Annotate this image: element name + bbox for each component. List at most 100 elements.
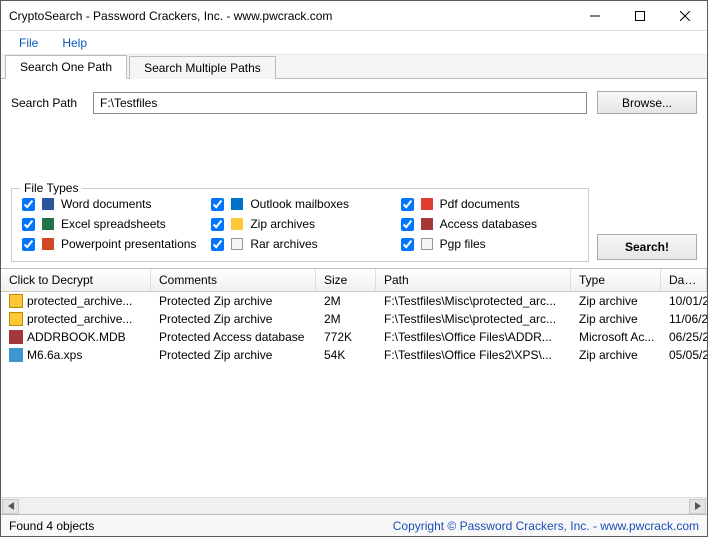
filetype-item: Access databases xyxy=(401,217,578,231)
tab-search-multiple-paths[interactable]: Search Multiple Paths xyxy=(129,56,276,79)
cell-comment: Protected Zip archive xyxy=(151,312,316,326)
col-type[interactable]: Type xyxy=(571,269,661,291)
filetype-item: Word documents xyxy=(22,197,199,211)
filetype-label: Pgp files xyxy=(440,237,486,251)
filetype-icon xyxy=(41,197,55,211)
tab-search-one-path[interactable]: Search One Path xyxy=(5,55,127,79)
cell-name: protected_archive... xyxy=(1,312,151,326)
filetype-item: Pdf documents xyxy=(401,197,578,211)
filetype-icon xyxy=(230,197,244,211)
table-row[interactable]: ADDRBOOK.MDBProtected Access database772… xyxy=(1,328,707,346)
filetype-label: Excel spreadsheets xyxy=(61,217,166,231)
status-left: Found 4 objects xyxy=(9,519,94,533)
filetype-icon xyxy=(420,237,434,251)
filetype-checkbox[interactable] xyxy=(22,198,35,211)
cell-name: M6.6a.xps xyxy=(1,348,151,362)
filetype-label: Outlook mailboxes xyxy=(250,197,349,211)
window-controls xyxy=(572,1,707,30)
cell-path: F:\Testfiles\Office Files\ADDR... xyxy=(376,330,571,344)
results-body: protected_archive...Protected Zip archiv… xyxy=(1,292,707,497)
minimize-button[interactable] xyxy=(572,1,617,30)
filetype-checkbox[interactable] xyxy=(211,238,224,251)
filetype-icon xyxy=(420,217,434,231)
col-datetime[interactable]: DateTime xyxy=(661,269,707,291)
cell-comment: Protected Zip archive xyxy=(151,294,316,308)
menu-help[interactable]: Help xyxy=(52,33,97,53)
cell-comment: Protected Access database xyxy=(151,330,316,344)
spacer xyxy=(1,120,707,180)
filetype-label: Word documents xyxy=(61,197,152,211)
titlebar: CryptoSearch - Password Crackers, Inc. -… xyxy=(1,1,707,31)
cell-path: F:\Testfiles\Office Files2\XPS\... xyxy=(376,348,571,362)
cell-type: Microsoft Ac... xyxy=(571,330,661,344)
filetype-checkbox[interactable] xyxy=(401,238,414,251)
filetype-label: Rar archives xyxy=(250,237,317,251)
file-icon xyxy=(9,312,23,326)
filetype-icon xyxy=(230,217,244,231)
filetype-item: Zip archives xyxy=(211,217,388,231)
cell-name: protected_archive... xyxy=(1,294,151,308)
cell-datetime: 05/05/2006 06:47:02 ... xyxy=(661,348,707,362)
filetype-icon xyxy=(230,237,244,251)
col-size[interactable]: Size xyxy=(316,269,376,291)
search-path-input[interactable] xyxy=(93,92,587,114)
filetype-checkbox[interactable] xyxy=(211,218,224,231)
filetypes-group: File Types Word documentsOutlook mailbox… xyxy=(11,188,589,262)
menu-file[interactable]: File xyxy=(9,33,48,53)
cell-datetime: 06/25/2009 03:59:00 ... xyxy=(661,330,707,344)
cell-path: F:\Testfiles\Misc\protected_arc... xyxy=(376,312,571,326)
maximize-button[interactable] xyxy=(617,1,662,30)
filetype-label: Powerpoint presentations xyxy=(61,237,196,251)
cell-size: 2M xyxy=(316,312,376,326)
filetype-item: Excel spreadsheets xyxy=(22,217,199,231)
cell-datetime: 10/01/2016 07:22:20 ... xyxy=(661,294,707,308)
filetype-checkbox[interactable] xyxy=(401,198,414,211)
cell-datetime: 11/06/2012 09:52:30 ... xyxy=(661,312,707,326)
filetype-icon xyxy=(420,197,434,211)
results-header: Click to Decrypt Comments Size Path Type… xyxy=(1,269,707,292)
table-row[interactable]: protected_archive...Protected Zip archiv… xyxy=(1,310,707,328)
horizontal-scrollbar[interactable] xyxy=(1,497,707,514)
search-path-label: Search Path xyxy=(11,96,83,110)
table-row[interactable]: protected_archive...Protected Zip archiv… xyxy=(1,292,707,310)
cell-size: 772K xyxy=(316,330,376,344)
cell-path: F:\Testfiles\Misc\protected_arc... xyxy=(376,294,571,308)
scroll-left-arrow[interactable] xyxy=(2,499,19,514)
filetype-icon xyxy=(41,217,55,231)
filetype-item: Powerpoint presentations xyxy=(22,237,199,251)
filetype-checkbox[interactable] xyxy=(401,218,414,231)
col-decrypt[interactable]: Click to Decrypt xyxy=(1,269,151,291)
statusbar: Found 4 objects Copyright © Password Cra… xyxy=(1,514,707,536)
filetype-icon xyxy=(41,237,55,251)
cell-size: 54K xyxy=(316,348,376,362)
results-panel: Click to Decrypt Comments Size Path Type… xyxy=(1,268,707,514)
filetype-label: Access databases xyxy=(440,217,537,231)
filetype-item: Outlook mailboxes xyxy=(211,197,388,211)
menubar: File Help xyxy=(1,31,707,55)
file-icon xyxy=(9,348,23,362)
scroll-right-arrow[interactable] xyxy=(689,499,706,514)
filetypes-legend: File Types xyxy=(20,181,82,195)
window-title: CryptoSearch - Password Crackers, Inc. -… xyxy=(1,9,332,23)
cell-type: Zip archive xyxy=(571,294,661,308)
col-comments[interactable]: Comments xyxy=(151,269,316,291)
filetypes-row: File Types Word documents Outlook mailbox… xyxy=(1,180,707,268)
table-row[interactable]: M6.6a.xpsProtected Zip archive54KF:\Test… xyxy=(1,346,707,364)
filetype-item: Rar archives xyxy=(211,237,388,251)
filetype-checkbox[interactable] xyxy=(22,218,35,231)
file-icon xyxy=(9,294,23,308)
filetype-label: Pdf documents xyxy=(440,197,520,211)
close-button[interactable] xyxy=(662,1,707,30)
cell-type: Zip archive xyxy=(571,348,661,362)
search-panel: Search Path Browse... xyxy=(1,79,707,120)
search-button[interactable]: Search! xyxy=(597,234,697,260)
filetype-checkbox[interactable] xyxy=(22,238,35,251)
filetype-checkbox[interactable] xyxy=(211,198,224,211)
filetype-item: Pgp files xyxy=(401,237,578,251)
filetype-label: Zip archives xyxy=(250,217,315,231)
browse-button[interactable]: Browse... xyxy=(597,91,697,114)
file-icon xyxy=(9,330,23,344)
col-path[interactable]: Path xyxy=(376,269,571,291)
cell-size: 2M xyxy=(316,294,376,308)
tab-strip: Search One Path Search Multiple Paths xyxy=(1,55,707,79)
